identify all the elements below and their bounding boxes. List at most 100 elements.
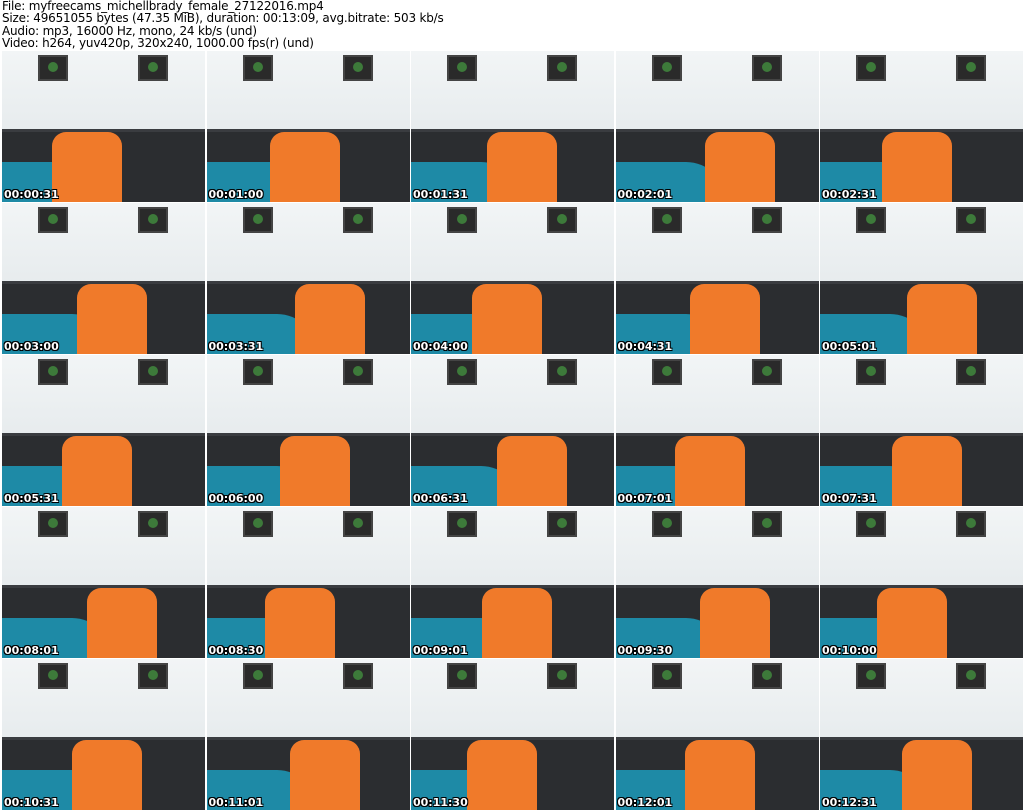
orange-shape [472, 284, 542, 354]
orange-shape [62, 436, 132, 506]
wall-shelf [342, 359, 373, 385]
wall-shelf [856, 55, 886, 81]
wall-shelf [242, 511, 273, 537]
wall-shelf [651, 511, 682, 537]
timestamp: 00:12:01 [617, 796, 673, 809]
timestamp: 00:04:31 [617, 340, 673, 353]
video-thumbnail[interactable]: 00:12:01 [615, 659, 819, 810]
orange-shape [269, 132, 340, 202]
wall-shelf [856, 511, 886, 537]
timestamp: 00:04:00 [413, 340, 468, 353]
orange-shape [704, 132, 775, 202]
video-thumbnail[interactable]: 00:05:31 [2, 355, 205, 506]
orange-shape [892, 436, 962, 506]
timestamp: 00:06:31 [413, 492, 468, 505]
video-thumbnail[interactable]: 00:02:01 [615, 51, 819, 202]
orange-shape [497, 436, 567, 506]
wall-shelf [547, 207, 577, 233]
wall-shelf [138, 207, 168, 233]
wall-shelf [651, 663, 682, 689]
video-thumbnail[interactable]: 00:04:00 [411, 203, 614, 354]
thumbnail-grid: 00:00:31 00:01:00 00:01:31 00:02:01 00:02:31… [2, 51, 1023, 810]
orange-shape [907, 284, 977, 354]
timestamp: 00:11:01 [208, 796, 264, 809]
video-thumbnail[interactable]: 00:09:30 [615, 507, 819, 658]
wall-shelf [956, 511, 986, 537]
wall-shelf [547, 359, 577, 385]
timestamp: 00:05:31 [4, 492, 59, 505]
timestamp: 00:11:30 [413, 796, 468, 809]
wall-shelf [447, 511, 477, 537]
video-thumbnail[interactable]: 00:11:01 [206, 659, 410, 810]
orange-shape [72, 740, 142, 810]
file-size-info: Size: 49651055 bytes (47.35 MiB), durati… [2, 11, 444, 26]
orange-shape [52, 132, 122, 202]
wall-shelf [547, 663, 577, 689]
wall-shelf [856, 359, 886, 385]
wall-shelf [38, 55, 68, 81]
orange-shape [689, 284, 760, 354]
wall-shelf [547, 511, 577, 537]
wall-shelf [342, 207, 373, 233]
video-thumbnail[interactable]: 00:11:30 [411, 659, 614, 810]
orange-shape [467, 740, 537, 810]
video-thumbnail[interactable]: 00:10:00 [820, 507, 1023, 658]
wall-shelf [242, 207, 273, 233]
wall-shelf [651, 207, 682, 233]
file-info-header: File: myfreecams_michellbrady_female_271… [2, 0, 444, 49]
wall-shelf [447, 663, 477, 689]
video-thumbnail[interactable]: 00:03:31 [206, 203, 410, 354]
timestamp: 00:07:01 [617, 492, 673, 505]
video-thumbnail[interactable]: 00:05:01 [820, 203, 1023, 354]
wall-shelf [651, 359, 682, 385]
video-thumbnail[interactable]: 00:08:30 [206, 507, 410, 658]
wall-shelf [751, 511, 782, 537]
wall-shelf [447, 55, 477, 81]
timestamp: 00:07:31 [822, 492, 877, 505]
timestamp: 00:01:00 [208, 188, 264, 201]
wall-shelf [38, 207, 68, 233]
orange-shape [294, 284, 365, 354]
orange-shape [482, 588, 552, 658]
video-thumbnail[interactable]: 00:02:31 [820, 51, 1023, 202]
wall-shelf [751, 663, 782, 689]
timestamp: 00:06:00 [208, 492, 264, 505]
video-thumbnail[interactable]: 00:10:31 [2, 659, 205, 810]
video-thumbnail[interactable]: 00:04:31 [615, 203, 819, 354]
orange-shape [699, 588, 770, 658]
video-thumbnail[interactable]: 00:01:31 [411, 51, 614, 202]
video-thumbnail[interactable]: 00:01:00 [206, 51, 410, 202]
orange-shape [264, 588, 335, 658]
timestamp: 00:01:31 [413, 188, 468, 201]
video-thumbnail[interactable]: 00:06:00 [206, 355, 410, 506]
orange-shape [77, 284, 147, 354]
wall-shelf [342, 55, 373, 81]
video-thumbnail[interactable]: 00:12:31 [820, 659, 1023, 810]
wall-shelf [547, 55, 577, 81]
wall-shelf [856, 663, 886, 689]
wall-shelf [342, 511, 373, 537]
timestamp: 00:12:31 [822, 796, 877, 809]
wall-shelf [342, 663, 373, 689]
video-thumbnail[interactable]: 00:07:31 [820, 355, 1023, 506]
orange-shape [877, 588, 947, 658]
orange-shape [487, 132, 557, 202]
video-thumbnail[interactable]: 00:03:00 [2, 203, 205, 354]
timestamp: 00:02:01 [617, 188, 673, 201]
wall-shelf [751, 55, 782, 81]
timestamp: 00:03:00 [4, 340, 59, 353]
video-thumbnail[interactable]: 00:07:01 [615, 355, 819, 506]
video-thumbnail[interactable]: 00:09:01 [411, 507, 614, 658]
wall-shelf [138, 663, 168, 689]
video-thumbnail[interactable]: 00:08:01 [2, 507, 205, 658]
video-thumbnail[interactable]: 00:06:31 [411, 355, 614, 506]
wall-shelf [447, 207, 477, 233]
wall-shelf [138, 359, 168, 385]
timestamp: 00:02:31 [822, 188, 877, 201]
wall-shelf [138, 511, 168, 537]
wall-shelf [242, 663, 273, 689]
video-thumbnail[interactable]: 00:00:31 [2, 51, 205, 202]
orange-shape [684, 740, 755, 810]
wall-shelf [242, 359, 273, 385]
timestamp: 00:10:31 [4, 796, 59, 809]
